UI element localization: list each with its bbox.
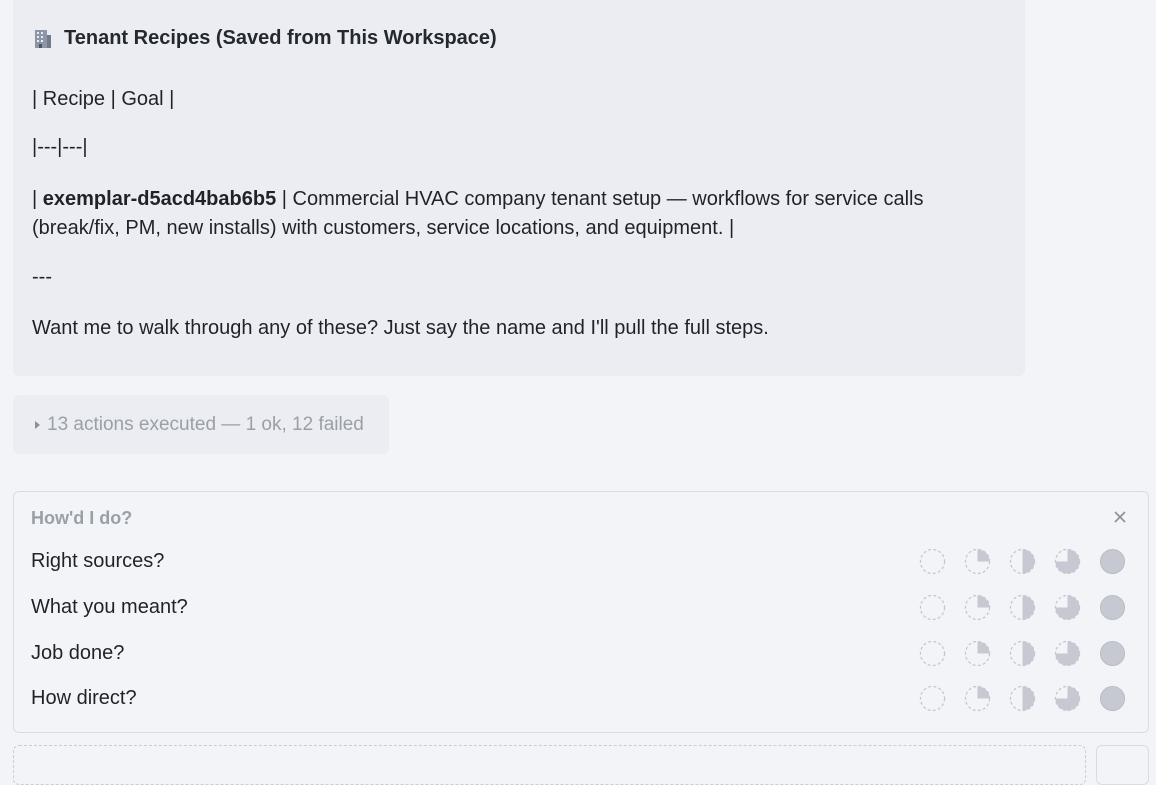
feedback-question: How direct? <box>31 687 137 709</box>
message-heading: Tenant Recipes (Saved from This Workspac… <box>32 27 497 50</box>
rating-scale <box>919 548 1126 575</box>
empty-circle-icon[interactable] <box>919 685 946 712</box>
caret-right-icon <box>35 420 40 429</box>
quarter-circle-icon[interactable] <box>964 640 991 667</box>
building-icon <box>32 28 54 50</box>
recipe-goal-line1: | Commercial HVAC company tenant setup —… <box>276 188 924 210</box>
empty-circle-icon[interactable] <box>919 548 946 575</box>
rating-scale <box>919 640 1126 667</box>
quarter-circle-icon[interactable] <box>964 594 991 621</box>
rating-scale <box>919 594 1126 621</box>
table-header-line: | Recipe | Goal | <box>32 88 175 110</box>
closing-text: Want me to walk through any of these? Ju… <box>32 317 769 339</box>
full-circle-icon[interactable] <box>1099 685 1126 712</box>
recipe-name: exemplar-d5acd4bab6b5 <box>42 188 277 210</box>
empty-circle-icon[interactable] <box>919 594 946 621</box>
feedback-title: How'd I do? <box>31 508 133 528</box>
quarter-circle-icon[interactable] <box>964 548 991 575</box>
feedback-question: Job done? <box>31 642 125 664</box>
table-separator-line: |---|---| <box>32 136 88 158</box>
feedback-row-what-you-meant: What you meant? <box>14 593 1148 623</box>
half-circle-icon[interactable] <box>1009 685 1036 712</box>
feedback-row-right-sources: Right sources? <box>14 547 1148 577</box>
half-circle-icon[interactable] <box>1009 548 1036 575</box>
feedback-panel: How'd I do? Right sources? What you mean… <box>13 491 1149 733</box>
actions-summary-toggle[interactable]: 13 actions executed — 1 ok, 12 failed <box>13 395 389 454</box>
three-quarter-circle-icon[interactable] <box>1054 594 1081 621</box>
quarter-circle-icon[interactable] <box>964 685 991 712</box>
rating-scale <box>919 685 1126 712</box>
feedback-row-job-done: Job done? <box>14 639 1148 669</box>
empty-circle-icon[interactable] <box>919 640 946 667</box>
full-circle-icon[interactable] <box>1099 548 1126 575</box>
send-button[interactable] <box>1096 745 1149 785</box>
row-prefix: | <box>32 188 43 210</box>
table-row: | exemplar-d5acd4bab6b5 | Commercial HVA… <box>32 185 1007 243</box>
message-input[interactable] <box>13 745 1086 785</box>
three-quarter-circle-icon[interactable] <box>1054 685 1081 712</box>
horizontal-rule-text: --- <box>32 266 52 288</box>
recipe-goal-line2: (break/fix, PM, new installs) with custo… <box>32 217 735 239</box>
feedback-question: What you meant? <box>31 596 188 618</box>
three-quarter-circle-icon[interactable] <box>1054 640 1081 667</box>
feedback-question: Right sources? <box>31 550 165 572</box>
half-circle-icon[interactable] <box>1009 640 1036 667</box>
actions-summary-text: 13 actions executed — 1 ok, 12 failed <box>47 413 364 435</box>
three-quarter-circle-icon[interactable] <box>1054 548 1081 575</box>
heading-text: Tenant Recipes (Saved from This Workspac… <box>64 27 497 49</box>
assistant-message: Tenant Recipes (Saved from This Workspac… <box>13 0 1025 376</box>
feedback-row-how-direct: How direct? <box>14 684 1148 714</box>
full-circle-icon[interactable] <box>1099 594 1126 621</box>
full-circle-icon[interactable] <box>1099 640 1126 667</box>
half-circle-icon[interactable] <box>1009 594 1036 621</box>
close-icon[interactable] <box>1112 509 1128 525</box>
